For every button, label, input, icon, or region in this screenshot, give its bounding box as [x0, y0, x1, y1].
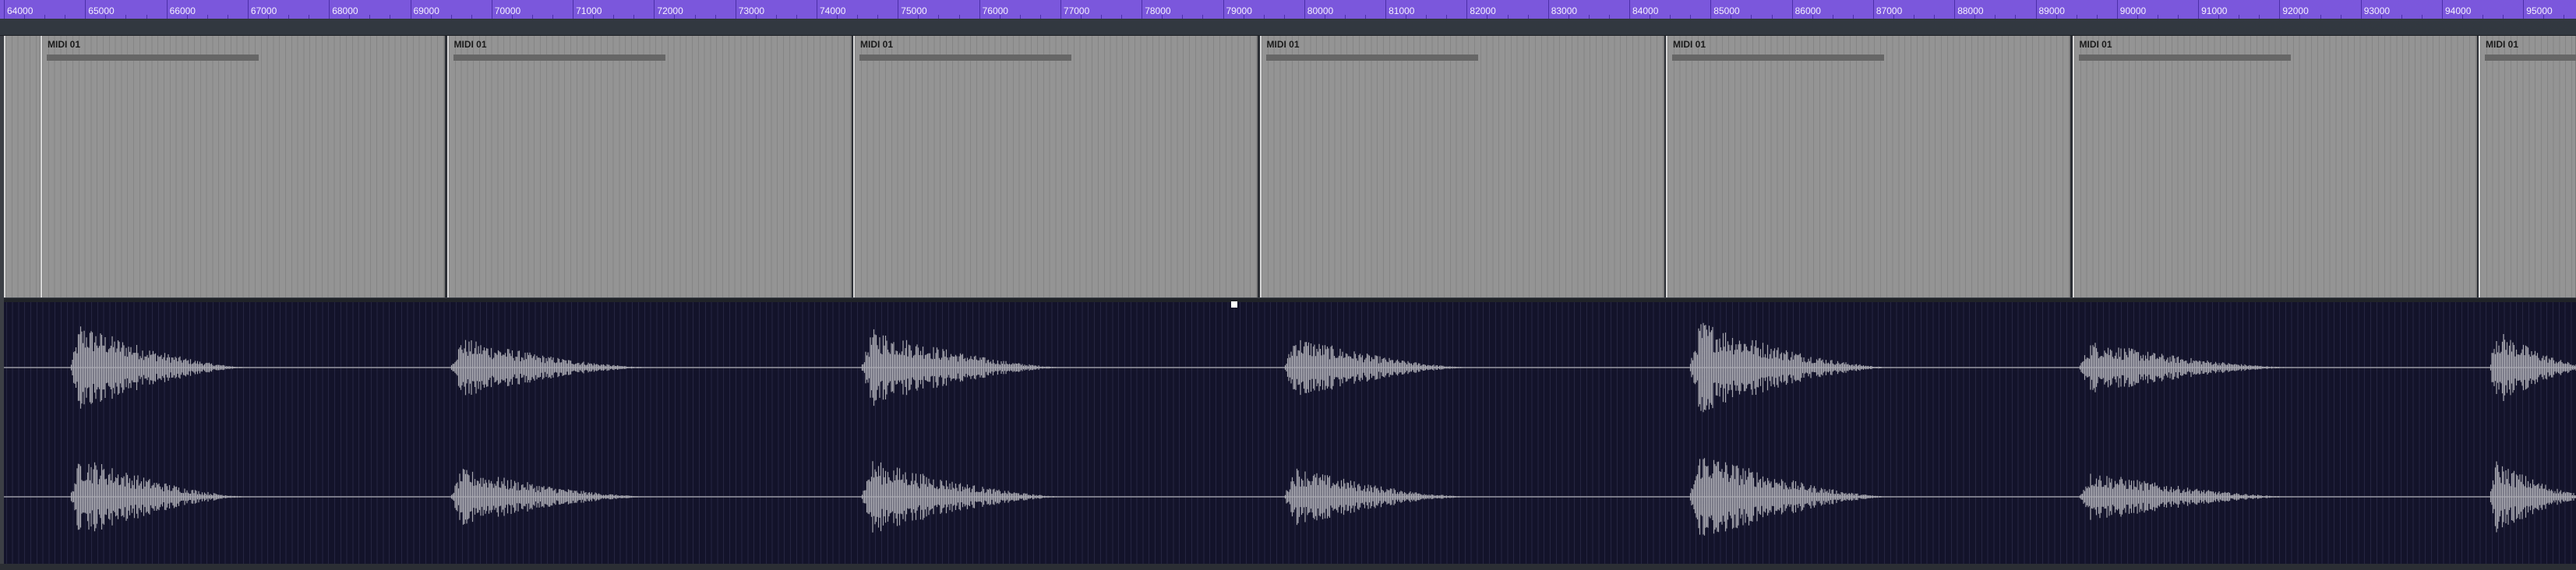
- waveform-burst: [70, 326, 250, 409]
- midi-clip[interactable]: MIDI 01: [2072, 36, 2477, 297]
- ruler-tick-label: 75000: [901, 5, 927, 16]
- midi-clip-name: MIDI 01: [1266, 39, 1300, 50]
- ruler-tick-label: 86000: [1794, 5, 1821, 16]
- midi-clip-velocity-bar: [859, 55, 1071, 61]
- waveform-burst: [1689, 322, 1893, 413]
- ruler-tick[interactable]: 92000: [2279, 0, 2309, 19]
- timeline-ruler[interactable]: 64000 65000 66000 67000 68000 69000 70000 71000…: [0, 0, 2576, 19]
- ruler-tick[interactable]: 72000: [654, 0, 683, 19]
- waveform-burst: [70, 462, 251, 532]
- ruler-tick-label: 72000: [657, 5, 683, 16]
- ruler-tick-label: 87000: [1876, 5, 1903, 16]
- ruler-tick[interactable]: 87000: [1872, 0, 1902, 19]
- marker-strip[interactable]: [0, 19, 2576, 36]
- ruler-tick-label: 95000: [2526, 5, 2553, 16]
- midi-clip[interactable]: MIDI 01: [853, 36, 1258, 297]
- ruler-tick-label: 88000: [1957, 5, 1984, 16]
- waveform-burst: [450, 469, 652, 525]
- ruler-tick[interactable]: 88000: [1954, 0, 1984, 19]
- ruler-tick-label: 93000: [2363, 5, 2391, 16]
- ruler-tick-label: 77000: [1063, 5, 1090, 16]
- midi-clip-name: MIDI 01: [860, 39, 894, 50]
- waveform-burst: [1689, 458, 1893, 536]
- ruler-tick-label: 69000: [413, 5, 439, 16]
- midi-clip-name: MIDI 01: [2079, 39, 2112, 50]
- waveform-burst: [2490, 334, 2576, 401]
- ruler-tick[interactable]: 84000: [1629, 0, 1658, 19]
- ruler-tick-label: 78000: [1145, 5, 1171, 16]
- ruler-tick[interactable]: 94000: [2442, 0, 2471, 19]
- audio-track-lane[interactable]: [0, 302, 2576, 564]
- midi-clip[interactable]: MIDI 01: [2479, 36, 2576, 297]
- ruler-tick-label: 66000: [169, 5, 196, 16]
- ruler-tick-label: 83000: [1551, 5, 1578, 16]
- midi-clip-name: MIDI 01: [2486, 39, 2519, 50]
- ruler-tick[interactable]: 91000: [2198, 0, 2227, 19]
- waveform-burst: [450, 340, 654, 396]
- ruler-tick[interactable]: 81000: [1385, 0, 1414, 19]
- ruler-tick-label: 84000: [1632, 5, 1659, 16]
- ruler-tick[interactable]: 68000: [329, 0, 358, 19]
- ruler-tick-label: 89000: [2038, 5, 2065, 16]
- ruler-tick-label: 71000: [576, 5, 602, 16]
- ruler-tick[interactable]: 85000: [1710, 0, 1740, 19]
- audio-waveform: [0, 322, 2576, 536]
- midi-clip-partial[interactable]: [4, 36, 41, 297]
- ruler-tick[interactable]: 89000: [2035, 0, 2065, 19]
- ruler-tick[interactable]: 95000: [2523, 0, 2553, 19]
- ruler-tick[interactable]: 65000: [85, 0, 115, 19]
- midi-clip[interactable]: MIDI 01: [1666, 36, 2070, 297]
- midi-clip-velocity-bar: [453, 55, 665, 61]
- ruler-tick-label: 76000: [982, 5, 1008, 16]
- midi-clip-velocity-bar: [1265, 55, 1478, 61]
- midi-clip-velocity-bar: [2485, 55, 2576, 61]
- ruler-tick[interactable]: 67000: [247, 0, 277, 19]
- ruler-tick-label: 73000: [738, 5, 765, 16]
- playhead-marker[interactable]: [1231, 301, 1237, 308]
- ruler-tick[interactable]: 64000: [4, 0, 33, 19]
- midi-track-lane[interactable]: MIDI 01 MIDI 01 MIDI 01 MIDI 01 MIDI 01 MIDI …: [0, 36, 2576, 297]
- ruler-tick-label: 68000: [332, 5, 358, 16]
- horizontal-scrollbar[interactable]: [0, 564, 2576, 570]
- ruler-tick[interactable]: 83000: [1547, 0, 1577, 19]
- ruler-tick-label: 65000: [88, 5, 115, 16]
- ruler-tick[interactable]: 76000: [979, 0, 1008, 19]
- midi-clip-velocity-bar: [47, 55, 259, 61]
- ruler-tick-label: 79000: [1226, 5, 1252, 16]
- ruler-tick-label: 85000: [1713, 5, 1740, 16]
- ruler-tick[interactable]: 80000: [1304, 0, 1333, 19]
- ruler-tick[interactable]: 77000: [1060, 0, 1089, 19]
- ruler-tick-label: 80000: [1307, 5, 1334, 16]
- ruler-tick-label: 70000: [494, 5, 521, 16]
- ruler-tick-label: 91000: [2201, 5, 2228, 16]
- ruler-tick[interactable]: 86000: [1791, 0, 1821, 19]
- midi-clip[interactable]: MIDI 01: [446, 36, 852, 297]
- midi-clip-name: MIDI 01: [48, 39, 81, 50]
- ruler-tick-label: 82000: [1470, 5, 1496, 16]
- ruler-tick[interactable]: 90000: [2116, 0, 2146, 19]
- ruler-tick-label: 92000: [2282, 5, 2309, 16]
- ruler-tick-label: 81000: [1389, 5, 1415, 16]
- midi-clip-velocity-bar: [2078, 55, 2291, 61]
- midi-clip-name: MIDI 01: [453, 39, 487, 50]
- midi-clip[interactable]: MIDI 01: [41, 36, 445, 297]
- ruler-tick[interactable]: 66000: [166, 0, 196, 19]
- track-left-edge: [0, 36, 4, 564]
- waveform-burst: [2490, 461, 2576, 533]
- midi-clip[interactable]: MIDI 01: [1259, 36, 1664, 297]
- ruler-tick-label: 64000: [7, 5, 34, 16]
- ruler-tick-label: 90000: [2119, 5, 2147, 16]
- arrangement-view: 64000 65000 66000 67000 68000 69000 70000 71000…: [0, 0, 2576, 570]
- ruler-tick[interactable]: 93000: [2360, 0, 2390, 19]
- ruler-tick[interactable]: 79000: [1223, 0, 1252, 19]
- midi-clip-velocity-bar: [1672, 55, 1884, 61]
- ruler-tick-label: 67000: [250, 5, 277, 16]
- midi-clip-name: MIDI 01: [1673, 39, 1706, 50]
- ruler-tick[interactable]: 82000: [1466, 0, 1496, 19]
- ruler-tick-label: 94000: [2445, 5, 2472, 16]
- ruler-tick-label: 74000: [820, 5, 846, 16]
